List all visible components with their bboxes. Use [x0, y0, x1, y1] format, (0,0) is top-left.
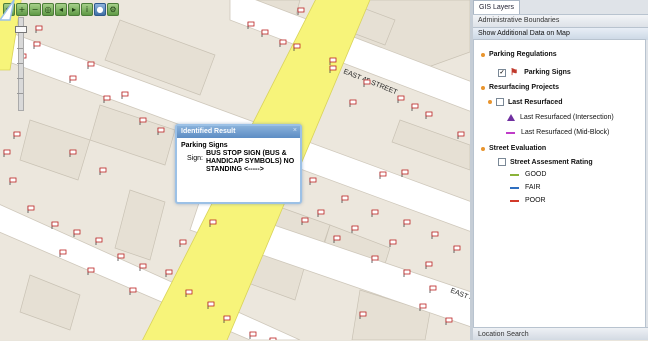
bullet-icon — [481, 85, 485, 90]
parking-sign-icon[interactable] — [341, 195, 349, 203]
bullet-icon — [488, 100, 492, 104]
parking-sign-icon[interactable] — [13, 131, 21, 139]
parking-sign-icon[interactable] — [401, 169, 409, 177]
popup-field-value: BUS STOP SIGN (BUS & HANDICAP SYMBOLS) N… — [206, 150, 295, 173]
popup-field-label: Sign: — [187, 155, 203, 162]
legend-label: POOR — [525, 197, 546, 204]
parking-sign-icon[interactable] — [371, 209, 379, 217]
line-swatch-icon — [510, 199, 519, 202]
tab-gis-layers[interactable]: GIS Layers — [473, 0, 521, 14]
line-swatch-icon — [510, 173, 519, 176]
bullet-icon — [481, 146, 485, 151]
parking-sign-icon[interactable] — [397, 95, 405, 103]
parking-signs-checkbox[interactable]: ✓ — [498, 68, 506, 77]
parking-sign-icon[interactable] — [73, 229, 81, 237]
zoom-tick — [17, 78, 23, 79]
map-view[interactable]: EAST 45 STREET EAST 4 ✥ + − ◎ ◂ ▸ i ● ⚙ … — [0, 0, 470, 340]
parking-sign-icon[interactable] — [87, 267, 95, 275]
zoom-tick — [17, 48, 23, 49]
parking-sign-icon[interactable] — [165, 269, 173, 277]
popup-layer-name: Parking Signs — [181, 142, 228, 149]
parking-sign-icon[interactable] — [27, 205, 35, 213]
parking-sign-icon[interactable] — [179, 239, 187, 247]
parking-sign-icon[interactable] — [103, 95, 111, 103]
group-street-evaluation: Street Evaluation — [481, 145, 546, 152]
parking-sign-icon[interactable] — [95, 237, 103, 245]
next-icon[interactable]: ▸ — [68, 3, 80, 16]
legend-poor: POOR — [510, 197, 546, 204]
prev-icon[interactable]: ◂ — [55, 3, 67, 16]
legend-label: FAIR — [525, 184, 541, 191]
group-title: Street Evaluation — [489, 145, 547, 152]
accordion-administrative-boundaries[interactable]: Administrative Boundaries — [473, 14, 648, 27]
zoom-tick — [17, 93, 23, 94]
parking-sign-icon[interactable] — [403, 219, 411, 227]
street-assesment-checkbox[interactable] — [498, 158, 506, 166]
zoom-tick — [17, 63, 23, 64]
popup-title: Identified Result — [177, 126, 300, 138]
triangle-icon — [507, 114, 515, 121]
group-title: Resurfacing Projects — [489, 84, 560, 91]
layer-parking-signs: ✓ ⚑ Parking Signs — [498, 67, 571, 78]
parking-sign-icon[interactable] — [431, 231, 439, 239]
parking-sign-icon[interactable] — [317, 209, 325, 217]
parking-sign-icon[interactable] — [279, 39, 287, 47]
parking-sign-icon[interactable] — [351, 225, 359, 233]
popup-field-row: Sign: BUS STOP SIGN (BUS & HANDICAP SYMB… — [177, 149, 300, 174]
layer-label: Parking Signs — [524, 69, 571, 76]
extent-icon[interactable]: ◎ — [42, 3, 54, 16]
legend-intersection: Last Resurfaced (Intersection) — [507, 114, 614, 121]
zoom-slider-knob[interactable] — [15, 26, 27, 33]
identify-popup: Identified Result × Parking Signs Sign: … — [175, 124, 302, 204]
line-swatch-icon — [506, 131, 515, 134]
parking-sign-icon[interactable] — [9, 177, 17, 185]
parking-sign-icon[interactable] — [445, 317, 453, 325]
info-icon[interactable]: i — [81, 3, 93, 16]
layer-list: Parking Regulations ✓ ⚑ Parking Signs Re… — [473, 39, 646, 328]
legend-label: Last Resurfaced (Intersection) — [520, 114, 614, 121]
layer-label: Street Assesment Rating — [510, 158, 593, 166]
parking-sign-icon[interactable] — [453, 245, 461, 253]
layer-label: Last Resurfaced — [508, 98, 563, 106]
parking-sign-legend-icon: ⚑ — [510, 67, 519, 77]
side-panel: GIS Layers Administrative Boundaries Sho… — [473, 0, 648, 340]
zoom-slider[interactable] — [15, 17, 27, 111]
legend-fair: FAIR — [510, 184, 541, 191]
map-toolbar: ✥ + − ◎ ◂ ▸ i ● ⚙ — [3, 3, 119, 16]
parking-sign-icon[interactable] — [129, 287, 137, 295]
identify-icon[interactable]: ● — [94, 3, 106, 16]
parking-sign-icon[interactable] — [297, 7, 305, 15]
group-resurfacing-projects: Resurfacing Projects — [481, 84, 559, 91]
zoom-out-icon[interactable]: − — [29, 3, 41, 16]
popup-pointer — [0, 0, 15, 21]
layer-last-resurfaced: Last Resurfaced — [488, 98, 562, 106]
tool-icon[interactable]: ⚙ — [107, 3, 119, 16]
bullet-icon — [481, 52, 485, 57]
legend-good: GOOD — [510, 171, 546, 178]
panel-tabs: GIS Layers — [473, 0, 648, 14]
legend-label: GOOD — [525, 171, 547, 178]
parking-sign-icon[interactable] — [411, 103, 419, 111]
parking-sign-icon[interactable] — [425, 111, 433, 119]
parking-sign-icon[interactable] — [51, 221, 59, 229]
close-icon[interactable]: × — [293, 127, 297, 134]
parking-sign-icon[interactable] — [425, 261, 433, 269]
parking-sign-icon[interactable] — [349, 99, 357, 107]
accordion-location-search[interactable]: Location Search — [473, 327, 648, 340]
parking-sign-icon[interactable] — [3, 149, 11, 157]
group-parking-regulations: Parking Regulations — [481, 51, 557, 58]
layer-street-assesment-rating: Street Assesment Rating — [498, 158, 593, 166]
parking-sign-icon[interactable] — [309, 177, 317, 185]
parking-sign-icon[interactable] — [363, 79, 371, 87]
line-swatch-icon — [510, 186, 519, 189]
legend-label: Last Resurfaced (Mid-Block) — [521, 129, 610, 136]
parking-sign-icon[interactable] — [99, 167, 107, 175]
parking-sign-icon[interactable] — [261, 29, 269, 37]
parking-sign-icon[interactable] — [457, 131, 465, 139]
parking-sign-icon[interactable] — [35, 25, 43, 33]
last-resurfaced-checkbox[interactable] — [496, 98, 504, 106]
parking-sign-icon[interactable] — [389, 239, 397, 247]
legend-mid-block: Last Resurfaced (Mid-Block) — [506, 129, 609, 136]
group-title: Parking Regulations — [489, 51, 557, 58]
